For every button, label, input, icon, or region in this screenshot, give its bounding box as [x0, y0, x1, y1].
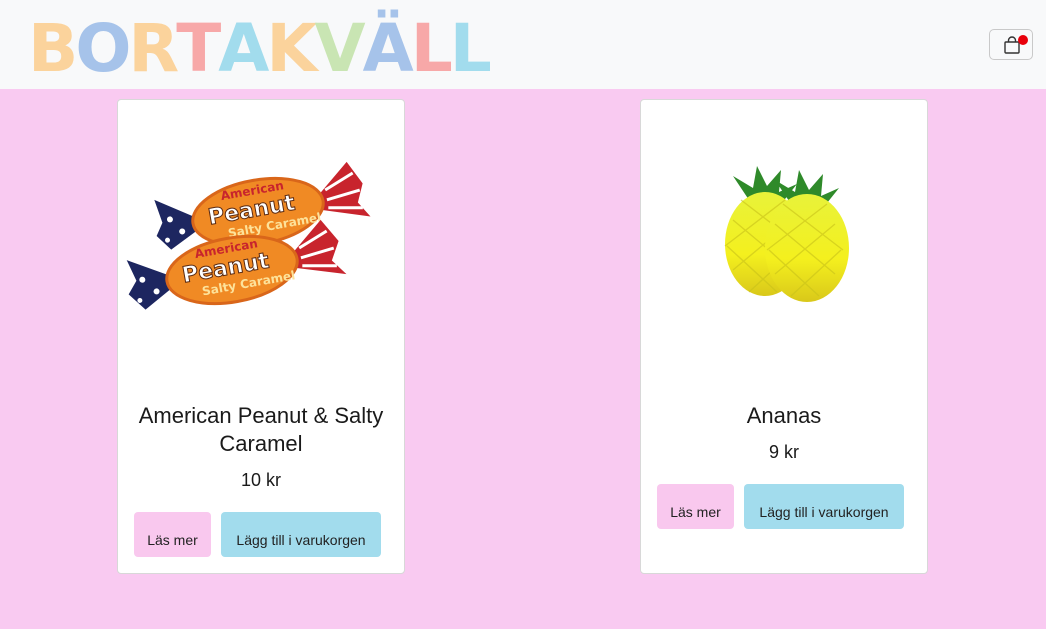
- product-image: [724, 166, 849, 302]
- logo-letter: A: [218, 10, 269, 87]
- logo-letter: K: [266, 10, 317, 87]
- logo-letter: L: [449, 10, 492, 87]
- product-price: 9 kr: [768, 442, 799, 462]
- read-more-button[interactable]: Läs mer: [134, 512, 211, 557]
- logo-letter: T: [176, 10, 221, 87]
- product-card: American Peanut Salty Caramel American P…: [117, 99, 405, 574]
- brand-logo[interactable]: BORTAKVÄLL: [28, 10, 492, 87]
- navbar: BORTAKVÄLL: [0, 0, 1046, 89]
- product-price: 10 kr: [240, 470, 282, 490]
- logo-letter: Ä: [362, 10, 414, 87]
- product-title: American Peanut & Salty Caramel: [138, 403, 384, 456]
- add-to-cart-button[interactable]: Lägg till i varukorgen: [744, 484, 904, 529]
- logo-letter: O: [75, 10, 131, 87]
- add-to-cart-button[interactable]: Lägg till i varukorgen: [221, 512, 381, 557]
- cart-button[interactable]: [989, 29, 1033, 60]
- logo-letter: R: [128, 10, 179, 87]
- logo-letter: V: [314, 10, 366, 87]
- product-card: Ananas 9 kr Läs mer Lägg till i varukorg…: [640, 99, 928, 574]
- logo-letter: B: [28, 10, 78, 87]
- read-more-button[interactable]: Läs mer: [657, 484, 734, 529]
- product-image: American Peanut Salty Caramel American P…: [126, 161, 371, 310]
- product-title: Ananas: [746, 403, 822, 428]
- cart-badge: [1018, 35, 1028, 45]
- logo-letter: L: [410, 10, 453, 87]
